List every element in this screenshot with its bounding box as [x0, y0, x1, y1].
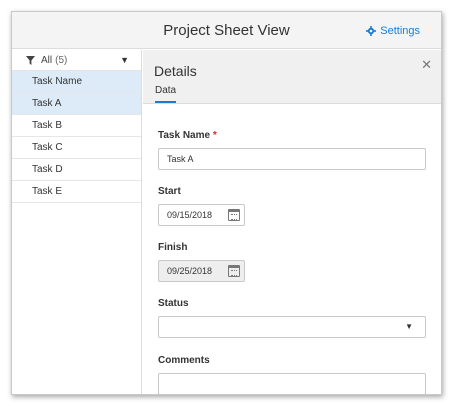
details-header: Details ✕ Data [143, 50, 441, 104]
task-row[interactable]: Task E [12, 181, 141, 203]
calendar-icon [228, 265, 240, 277]
status-label: Status [158, 298, 189, 309]
task-name-label-text: Task Name [158, 130, 211, 141]
task-name-field[interactable]: Task A [158, 148, 426, 170]
close-icon[interactable]: ✕ [421, 57, 432, 73]
finish-date-field: 09/25/2018 [158, 260, 245, 282]
tab-data[interactable]: Data [155, 85, 177, 103]
comments-label: Comments [158, 355, 210, 366]
filter-icon [26, 55, 35, 65]
details-panel: Details ✕ Data Task Name * Task A Start … [143, 50, 441, 394]
title-bar: Project Sheet View Settings [12, 12, 441, 49]
start-label: Start [158, 186, 181, 197]
task-row[interactable]: Task D [12, 159, 141, 181]
filter-label: All [41, 54, 53, 66]
chevron-down-icon: ▼ [120, 55, 129, 65]
filter-dropdown[interactable]: All (5) ▼ [12, 50, 141, 71]
task-row[interactable]: Task A [12, 93, 141, 115]
status-select[interactable]: ▼ [158, 316, 426, 338]
required-marker: * [212, 130, 217, 141]
task-row[interactable]: Task C [12, 137, 141, 159]
task-name-label: Task Name * [158, 130, 217, 141]
task-row[interactable]: Task B [12, 115, 141, 137]
finish-label: Finish [158, 242, 188, 253]
task-sidebar: All (5) ▼ Task Name Task A Task B Task C… [12, 50, 142, 394]
comments-field[interactable] [158, 373, 426, 394]
settings-button[interactable]: Settings [366, 25, 420, 37]
settings-label: Settings [380, 25, 420, 37]
filter-count: (5) [55, 54, 68, 66]
start-date-value: 09/15/2018 [167, 210, 213, 220]
project-sheet-window: Project Sheet View Settings All (5) ▼ Ta… [11, 11, 442, 395]
chevron-down-icon: ▼ [405, 322, 413, 331]
start-date-field[interactable]: 09/15/2018 [158, 204, 245, 226]
calendar-icon[interactable] [228, 209, 240, 221]
column-header-task-name[interactable]: Task Name [12, 71, 141, 93]
gear-icon [366, 26, 377, 36]
details-title: Details [154, 63, 197, 79]
finish-date-value: 09/25/2018 [167, 266, 213, 276]
task-name-value: Task A [167, 154, 194, 164]
